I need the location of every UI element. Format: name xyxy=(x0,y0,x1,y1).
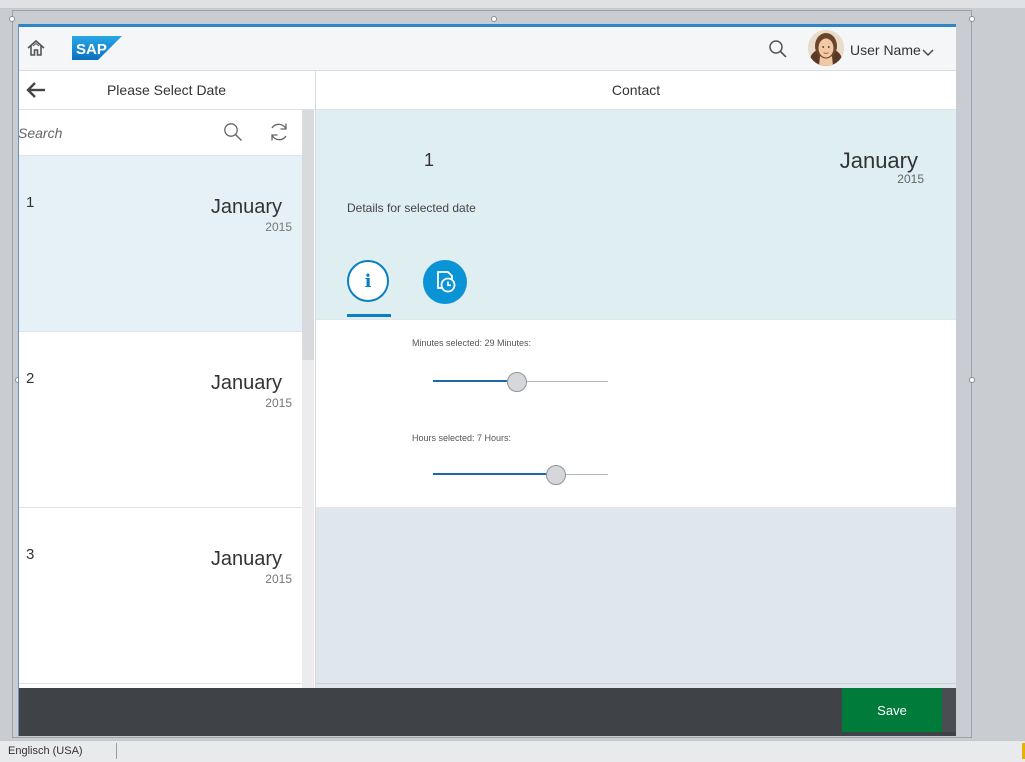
user-name[interactable]: User Name xyxy=(850,42,921,58)
hours-slider-label: Hours selected: 7 Hours: xyxy=(412,433,512,443)
minutes-slider-label: Minutes selected: 29 Minutes: xyxy=(412,338,532,348)
footer-edge xyxy=(942,688,956,732)
detail-divider xyxy=(316,683,956,684)
object-header: 1 January 2015 Details for selected date… xyxy=(316,110,956,319)
scrollbar-thumb[interactable] xyxy=(302,110,314,360)
list-item-year: 2015 xyxy=(265,572,292,586)
selection-guide-line xyxy=(18,24,19,736)
status-language[interactable]: Englisch (USA) xyxy=(8,745,83,757)
list-item[interactable]: 3 January 2015 xyxy=(18,508,302,684)
editor-top-ruler xyxy=(0,0,1025,9)
detail-title: Contact xyxy=(611,82,661,98)
info-icon: i xyxy=(364,271,372,292)
slider-fill xyxy=(433,380,517,382)
status-bar: Englisch (USA) xyxy=(0,740,1025,762)
search-bar xyxy=(18,110,302,156)
list-item-year: 2015 xyxy=(265,220,292,234)
master-scrollbar[interactable] xyxy=(302,110,314,736)
list-item-month: January xyxy=(210,548,282,570)
sap-logo-text: SAP xyxy=(76,41,107,58)
detail-panel: Contact 1 January 2015 Details for selec… xyxy=(316,71,956,688)
chevron-down-icon[interactable] xyxy=(922,44,934,56)
minutes-slider[interactable] xyxy=(433,372,608,392)
detail-header: Contact xyxy=(316,71,956,110)
object-header-description: Details for selected date xyxy=(347,201,476,215)
avatar[interactable] xyxy=(808,30,844,66)
master-title: Please Select Date xyxy=(106,82,227,98)
resize-handle-middle-right[interactable] xyxy=(969,377,975,383)
list-item-month: January xyxy=(210,196,282,218)
search-input[interactable] xyxy=(18,110,198,155)
search-icon[interactable] xyxy=(223,122,243,142)
tab-selection-indicator xyxy=(347,314,391,317)
resize-handle-top-center[interactable] xyxy=(491,16,497,22)
home-icon[interactable] xyxy=(26,38,46,58)
object-header-year: 2015 xyxy=(897,172,924,186)
object-header-number: 1 xyxy=(424,150,435,170)
object-header-month: January xyxy=(839,148,918,173)
list-item[interactable]: 2 January 2015 xyxy=(18,332,302,508)
resize-handle-top-left[interactable] xyxy=(9,16,15,22)
tab-clock-document[interactable] xyxy=(423,260,467,304)
refresh-icon[interactable] xyxy=(268,121,290,143)
shell-bar: SAP User Name xyxy=(18,27,956,71)
list-item-number: 2 xyxy=(26,370,35,387)
save-button[interactable]: Save xyxy=(842,688,942,732)
slider-form: Minutes selected: 29 Minutes: Hours sele… xyxy=(316,320,956,507)
list-item[interactable]: 1 January 2015 xyxy=(18,156,302,332)
slider-fill xyxy=(433,473,556,475)
footer-bar: Save xyxy=(18,688,956,736)
tab-info[interactable]: i xyxy=(347,260,389,302)
status-separator xyxy=(116,743,117,759)
clock-document-icon xyxy=(437,271,456,293)
editor-canvas-margin xyxy=(972,8,1025,736)
list-item-number: 1 xyxy=(26,194,35,211)
list-item-month: January xyxy=(210,372,282,394)
hours-slider[interactable] xyxy=(433,465,608,485)
master-header: Please Select Date xyxy=(18,71,315,110)
master-panel: Please Select Date 1 January 2015 2 Janu… xyxy=(18,71,316,736)
sap-logo: SAP xyxy=(72,36,122,60)
resize-handle-top-right[interactable] xyxy=(969,16,975,22)
list-item-year: 2015 xyxy=(265,396,292,410)
search-icon[interactable] xyxy=(768,39,788,59)
sap-app: SAP User Name Please Select Date Search … xyxy=(18,24,956,736)
slider-handle[interactable] xyxy=(545,465,566,485)
list-item-number: 3 xyxy=(26,546,35,563)
slider-handle[interactable] xyxy=(507,372,527,392)
